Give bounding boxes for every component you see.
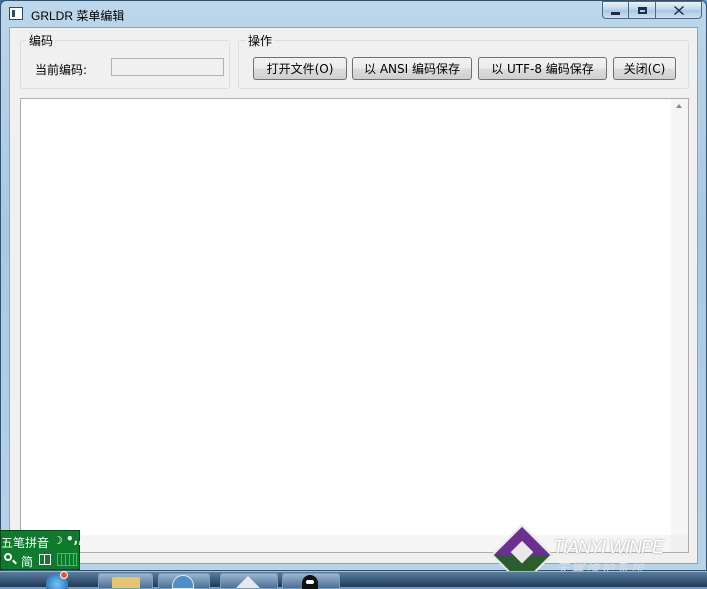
caption-buttons xyxy=(602,1,702,20)
open-file-button[interactable]: 打开文件(O) xyxy=(253,57,347,80)
window-title: GRLDR 菜单编辑 xyxy=(31,9,125,23)
ime-punctuation-toggle[interactable]: •,, xyxy=(66,532,83,546)
current-encoding-field xyxy=(111,58,224,76)
client-area: 编码 当前编码: 操作 打开文件(O) 以 ANSI 编码保存 以 UTF-8 … xyxy=(9,27,698,564)
ime-softkeyboard-icon[interactable] xyxy=(39,554,51,565)
close-button[interactable]: 关闭(C) xyxy=(613,57,676,80)
minimize-button[interactable] xyxy=(602,1,629,19)
app-window: GRLDR 菜单编辑 编码 当前编码: 操作 打开文件(O) 以 ANSI 编码… xyxy=(0,0,707,571)
encoding-group: 编码 当前编码: xyxy=(20,32,230,89)
maximize-icon xyxy=(637,6,647,14)
encoding-group-legend: 编码 xyxy=(27,32,56,49)
folder-icon xyxy=(112,577,140,588)
close-window-button[interactable] xyxy=(656,1,702,19)
title-bar[interactable]: GRLDR 菜单编辑 xyxy=(1,1,706,27)
watermark-brand: TIANYI WINPE xyxy=(553,537,664,557)
scroll-up-icon[interactable] xyxy=(676,104,682,108)
ime-name[interactable]: 五笔拼音 xyxy=(1,534,49,551)
menu-editor-textarea[interactable] xyxy=(21,99,675,540)
taskbar xyxy=(0,571,707,589)
menu-editor xyxy=(20,98,689,553)
moon-icon[interactable]: ☽ xyxy=(53,534,63,547)
search-icon[interactable] xyxy=(4,553,12,561)
save-ansi-button[interactable]: 以 ANSI 编码保存 xyxy=(352,57,472,80)
ime-mode-toggle[interactable]: 简 xyxy=(21,553,33,570)
ime-toolbar[interactable]: 五笔拼音 ☽ •,, 简 xyxy=(0,530,83,570)
current-encoding-label: 当前编码: xyxy=(35,63,88,77)
close-icon xyxy=(673,5,684,15)
save-utf8-button[interactable]: 以 UTF-8 编码保存 xyxy=(478,57,607,80)
keyboard-icon[interactable] xyxy=(57,553,77,566)
maximize-button[interactable] xyxy=(629,1,656,19)
home-icon xyxy=(236,576,260,588)
operations-group: 操作 打开文件(O) 以 ANSI 编码保存 以 UTF-8 编码保存 关闭(C… xyxy=(238,32,689,89)
scrollbar-corner xyxy=(671,535,688,552)
minimize-icon xyxy=(611,11,620,15)
vertical-scrollbar[interactable] xyxy=(671,99,688,536)
operations-group-legend: 操作 xyxy=(246,32,275,49)
app-icon[interactable] xyxy=(9,7,23,20)
